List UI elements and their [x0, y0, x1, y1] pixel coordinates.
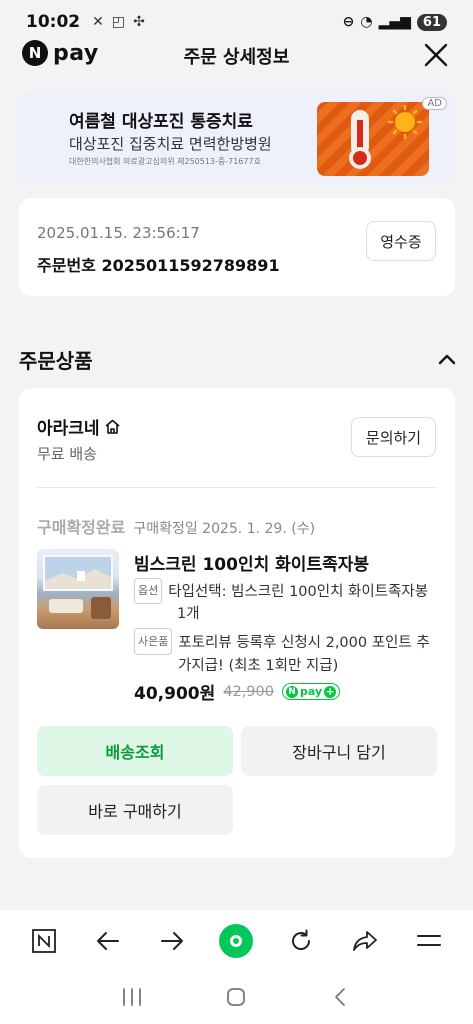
- green-dot-icon: [219, 924, 254, 958]
- mute-icon: ✕: [92, 14, 104, 30]
- plus-icon: +: [324, 685, 337, 698]
- order-number: 주문번호 2025011592789891: [37, 256, 280, 275]
- add-to-cart-button[interactable]: 장바구니 담기: [241, 726, 437, 776]
- refresh-button[interactable]: [283, 923, 319, 959]
- ad-banner[interactable]: 여름철 대상포진 통증치료 대상포진 집중치료 면력한방병원 대한한의사협회 의…: [19, 93, 455, 183]
- npay-plus-badge: N pay +: [282, 683, 341, 700]
- purchase-status-label: 구매확정완료: [37, 518, 126, 537]
- screenshot-icon: ◰: [111, 14, 126, 30]
- product-option: 옵션 타입선택: 빔스크린 100인치 화이트족자봉: [134, 578, 439, 604]
- price-line: 40,900원 42,900 N pay +: [134, 679, 341, 704]
- product-quantity: 1개: [177, 606, 200, 622]
- ad-title: 여름철 대상포진 통증치료: [69, 112, 253, 132]
- ad-fine-print: 대한한의사협회 의료광고심의위 제250513-중-71677호: [69, 157, 261, 166]
- system-nav-bar: [0, 970, 473, 1024]
- sale-price: 40,900원: [134, 684, 216, 704]
- npay-logo-text: pay: [53, 40, 99, 66]
- ad-thermometer-image: [317, 102, 429, 176]
- pinwheel-icon: ✣: [133, 14, 145, 30]
- naver-home-button[interactable]: [26, 923, 62, 959]
- arrow-right-icon: [161, 932, 184, 950]
- back-nav-icon[interactable]: [330, 986, 352, 1008]
- shipping-info: 무료 배송: [37, 445, 97, 463]
- product-card: 아라크네 무료 배송 문의하기 구매확정완료 구매확정일 2025. 1. 29…: [19, 388, 455, 858]
- order-products-title: 주문상품: [19, 349, 93, 373]
- original-price: 42,900: [223, 683, 274, 700]
- recent-apps-icon[interactable]: [121, 987, 143, 1007]
- page-title: 주문 상세정보: [183, 47, 290, 68]
- option-tag: 옵션: [134, 578, 163, 604]
- track-delivery-button[interactable]: 배송조회: [37, 726, 233, 776]
- divider: [37, 487, 437, 488]
- npay-badge-text: pay: [300, 685, 323, 698]
- purchase-confirm-date: 구매확정일 2025. 1. 29. (수): [133, 521, 316, 537]
- dnd-icon: ⊖: [342, 14, 355, 30]
- npay-badge-mark: N: [286, 685, 298, 698]
- close-icon[interactable]: [423, 42, 449, 68]
- share-button[interactable]: [347, 923, 383, 959]
- forward-button[interactable]: [154, 923, 190, 959]
- hamburger-menu-icon: [416, 935, 441, 946]
- browser-toolbar: [0, 912, 473, 970]
- ad-badge: AD: [422, 97, 447, 110]
- refresh-icon: [291, 929, 310, 950]
- back-button[interactable]: [90, 923, 126, 959]
- chevron-up-icon[interactable]: [436, 348, 458, 370]
- gift-tag: 사은품: [134, 628, 173, 655]
- battery-indicator: 61: [416, 13, 447, 31]
- arrow-left-icon: [97, 932, 120, 950]
- naver-n-icon: [32, 929, 56, 953]
- store-home-icon: [105, 419, 120, 434]
- gift-text-line-2: 가지급! (최초 1회만 지급): [178, 658, 339, 674]
- product-gift: 사은품 포토리뷰 등록후 신청시 2,000 포인트 추 가지급! (최초 1회만…: [134, 628, 439, 678]
- green-dot-button[interactable]: [218, 923, 254, 959]
- menu-button[interactable]: [411, 923, 447, 959]
- thermometer-icon: [349, 104, 423, 169]
- order-info-card: 2025.01.15. 23:56:17 주문번호 20250115927898…: [19, 198, 455, 296]
- notification-icons: ✕ ◰ ✣: [92, 14, 145, 30]
- seller-name-label: 아라크네: [37, 419, 100, 439]
- npay-logo-mark: N: [22, 40, 48, 66]
- top-header: N pay 주문 상세정보: [0, 36, 473, 76]
- status-time: 10:02: [26, 12, 81, 32]
- signal-icon: ▂▄▆: [378, 14, 411, 30]
- wifi-icon: ◔: [360, 14, 373, 30]
- order-date: 2025.01.15. 23:56:17: [37, 224, 200, 242]
- seller-name[interactable]: 아라크네: [37, 414, 121, 439]
- product-name[interactable]: 빔스크린 100인치 화이트족자봉: [134, 550, 369, 575]
- receipt-button[interactable]: 영수증: [366, 221, 436, 261]
- system-icons: ⊖ ◔ ▂▄▆ 61: [342, 13, 447, 31]
- purchase-status: 구매확정완료 구매확정일 2025. 1. 29. (수): [37, 514, 315, 538]
- home-icon[interactable]: [225, 986, 247, 1008]
- option-text: 타입선택: 빔스크린 100인치 화이트족자봉: [168, 584, 429, 600]
- buy-again-button[interactable]: 바로 구매하기: [37, 785, 233, 835]
- npay-logo[interactable]: N pay: [22, 40, 99, 66]
- share-icon: [352, 931, 377, 951]
- product-image: [43, 555, 113, 619]
- gift-text-line-1: 포토리뷰 등록후 신청시 2,000 포인트 추: [178, 635, 430, 651]
- product-thumbnail[interactable]: [37, 549, 119, 629]
- inquiry-button[interactable]: 문의하기: [351, 417, 436, 457]
- ad-subtitle: 대상포진 집중치료 면력한방병원: [69, 135, 272, 153]
